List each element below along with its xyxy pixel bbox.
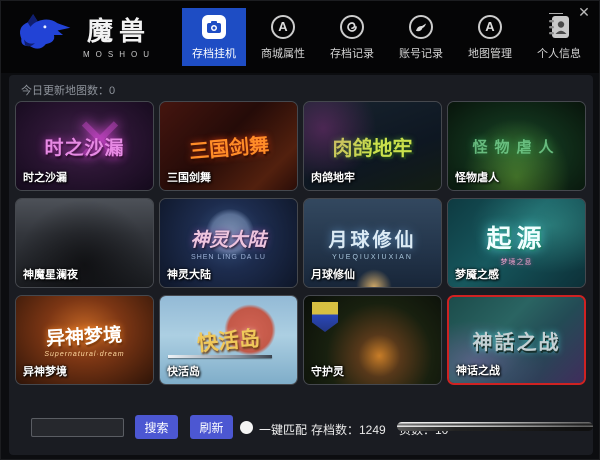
page-slider[interactable] xyxy=(397,422,593,431)
card-art-title: 月球修仙 xyxy=(328,230,417,251)
card-label: 时之沙漏 xyxy=(23,172,67,184)
one-key-match-radio[interactable] xyxy=(240,421,253,434)
app-logo: 魔兽 MOSHOU xyxy=(15,11,155,59)
card-art-title: 异神梦境 xyxy=(46,325,124,350)
card-label: 梦魇之感 xyxy=(455,269,499,281)
refresh-button[interactable]: 刷新 xyxy=(190,415,233,439)
app-title: 魔兽 xyxy=(86,17,151,46)
card-label: 神魔星澜夜 xyxy=(23,269,78,281)
tab-label: 存档记录 xyxy=(330,47,374,60)
title-bar: 魔兽 MOSHOU 存档挂机 A 商城属性 存档记录 账号记录 A 地图管理 个… xyxy=(1,1,599,73)
card-art-title: 神灵大陆 xyxy=(190,230,267,251)
map-grid: 时之沙漏 时之沙漏 三国剑舞 三国剑舞 肉鸽地牢 肉鸽地牢 xyxy=(15,101,586,385)
map-card-yishenmengjing[interactable]: 异神梦境 Supernatural·dream 异神梦境 xyxy=(15,295,154,385)
card-label: 肉鸽地牢 xyxy=(311,172,355,184)
card-art-title: 快活岛 xyxy=(196,327,262,356)
app-a-circle-icon: A xyxy=(477,14,503,40)
app-subtitle: MOSHOU xyxy=(83,50,155,59)
map-card-guaiwunveren[interactable]: 怪物虐人 怪物虐人 xyxy=(447,101,586,191)
map-card-kuaihuodao[interactable]: 快活岛 快活岛 xyxy=(159,295,298,385)
map-card-yueqiuxiuxian[interactable]: 月球修仙 YUEQIUXIUXIAN 月球修仙 xyxy=(303,198,442,288)
logo-text: 魔兽 MOSHOU xyxy=(83,11,155,59)
app-window: 魔兽 MOSHOU 存档挂机 A 商城属性 存档记录 账号记录 A 地图管理 个… xyxy=(0,0,600,460)
window-controls: — ✕ xyxy=(547,3,593,21)
map-card-shouhuling[interactable]: 守护灵 xyxy=(303,295,442,385)
map-card-shenhuazhizhan-selected[interactable]: 神話之战 神话之战 xyxy=(447,295,586,385)
card-label: 神话之战 xyxy=(456,365,500,377)
map-card-shizhishalou[interactable]: 时之沙漏 时之沙漏 xyxy=(15,101,154,191)
close-button[interactable]: ✕ xyxy=(575,3,593,21)
tab-label: 存档挂机 xyxy=(192,47,236,60)
card-art-title: 神話之战 xyxy=(472,331,561,354)
card-label: 守护灵 xyxy=(311,366,344,378)
today-updated-count: 今日更新地图数：0 xyxy=(21,85,116,97)
tab-map-management[interactable]: A 地图管理 xyxy=(458,8,522,66)
content-panel: 今日更新地图数：0 时之沙漏 时之沙漏 三国剑舞 三国剑舞 肉鸽地牢 xyxy=(9,75,593,455)
card-art-title: 肉鸽地牢 xyxy=(332,137,413,160)
card-art-title: 时之沙漏 xyxy=(44,137,125,159)
card-label: 三国剑舞 xyxy=(167,172,211,184)
map-card-rougedilao[interactable]: 肉鸽地牢 肉鸽地牢 xyxy=(303,101,442,191)
archive-count-text: 存档数：1249 xyxy=(311,423,386,437)
tab-shop-attributes[interactable]: A 商城属性 xyxy=(251,8,315,66)
search-input[interactable] xyxy=(31,418,124,437)
card-art-title: 起源 xyxy=(486,225,547,253)
nav-tabs: 存档挂机 A 商城属性 存档记录 账号记录 A 地图管理 个人信息 xyxy=(182,8,591,66)
tab-label: 个人信息 xyxy=(537,47,581,60)
card-label: 神灵大陆 xyxy=(167,269,211,281)
card-art-subtitle: 梦境之息 xyxy=(500,259,533,266)
bird-circle-icon xyxy=(408,14,434,40)
save-camera-icon xyxy=(201,14,227,40)
search-button[interactable]: 搜索 xyxy=(135,415,178,439)
card-art-subtitle: Supernatural·dream xyxy=(44,351,125,358)
spiral-circle-icon xyxy=(339,14,365,40)
minimize-button[interactable]: — xyxy=(547,3,565,21)
a-circle-icon: A xyxy=(270,14,296,40)
tab-label: 商城属性 xyxy=(261,47,305,60)
tab-account-records[interactable]: 账号记录 xyxy=(389,8,453,66)
one-key-match-label: 一键匹配 xyxy=(259,423,308,437)
card-art-title: 三国剑舞 xyxy=(187,134,270,163)
card-label: 月球修仙 xyxy=(311,269,355,281)
card-label: 异神梦境 xyxy=(23,366,67,378)
card-art-subtitle: YUEQIUXIUXIAN xyxy=(332,254,413,261)
map-card-sanguojianwu[interactable]: 三国剑舞 三国剑舞 xyxy=(159,101,298,191)
map-card-shenmoxinglanye[interactable]: 神魔星澜夜 xyxy=(15,198,154,288)
tab-label: 账号记录 xyxy=(399,47,443,60)
card-label: 怪物虐人 xyxy=(455,172,499,184)
tab-archive-records[interactable]: 存档记录 xyxy=(320,8,384,66)
card-label: 快活岛 xyxy=(167,366,200,378)
map-card-mengyanzhigan[interactable]: 起源 梦境之息 梦魇之感 xyxy=(447,198,586,288)
footer-bar: 搜索 刷新 一键匹配 存档数：1249 页数：10 xyxy=(9,413,593,443)
wolf-logo-icon xyxy=(20,14,71,49)
tab-label: 地图管理 xyxy=(468,47,512,60)
card-art-subtitle: SHEN LING DA LU xyxy=(191,254,266,261)
map-card-shenlingdalu[interactable]: 神灵大陆 SHEN LING DA LU 神灵大陆 xyxy=(159,198,298,288)
tab-archive-idle[interactable]: 存档挂机 xyxy=(182,8,246,66)
card-art-title: 怪物虐人 xyxy=(472,138,561,156)
